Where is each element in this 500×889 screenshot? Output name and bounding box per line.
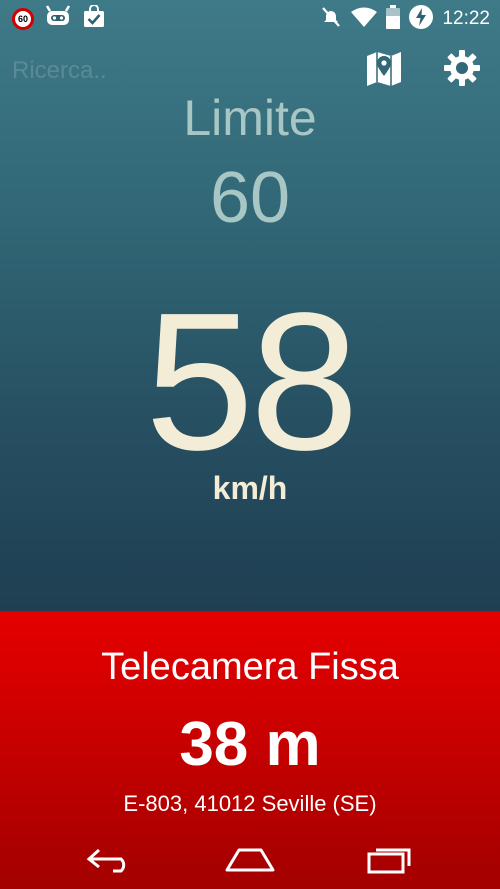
limit-label: Limite xyxy=(183,90,317,146)
gear-icon xyxy=(442,48,482,92)
navigation-bar xyxy=(0,835,500,889)
alert-address: E-803, 41012 Seville (SE) xyxy=(123,791,377,816)
app-screen: 60 12:22 Ricerca.. Limite 60 58 km/h Tel… xyxy=(0,0,500,889)
home-icon xyxy=(223,845,277,879)
settings-button[interactable] xyxy=(440,48,484,92)
shopping-bag-check-icon xyxy=(82,4,106,33)
map-pin-button[interactable] xyxy=(362,48,406,92)
limit-value: 60 xyxy=(209,158,291,238)
speed-unit: km/h xyxy=(212,470,288,506)
notification-icons: 60 xyxy=(12,4,106,33)
alert-distance: 38 m xyxy=(179,710,321,779)
recents-icon xyxy=(365,844,415,880)
search-input[interactable] xyxy=(12,54,262,88)
recents-button[interactable] xyxy=(350,841,430,883)
status-bar: 60 12:22 xyxy=(0,0,500,36)
mute-icon xyxy=(320,5,342,33)
system-indicators: 12:22 xyxy=(320,4,490,34)
back-icon xyxy=(85,845,135,879)
clock: 12:22 xyxy=(442,8,490,29)
speed-limit-icon: 60 xyxy=(12,8,34,30)
home-button[interactable] xyxy=(210,841,290,883)
alert-title: Telecamera Fissa xyxy=(101,646,399,688)
current-speed: 58 xyxy=(144,272,359,491)
android-robot-icon xyxy=(44,5,72,33)
wifi-icon xyxy=(350,6,378,32)
speed-limit-icon-value: 60 xyxy=(17,14,28,24)
map-pin-icon xyxy=(364,48,404,92)
charging-bolt-icon xyxy=(408,4,434,34)
battery-icon xyxy=(386,5,401,33)
back-button[interactable] xyxy=(70,841,150,883)
